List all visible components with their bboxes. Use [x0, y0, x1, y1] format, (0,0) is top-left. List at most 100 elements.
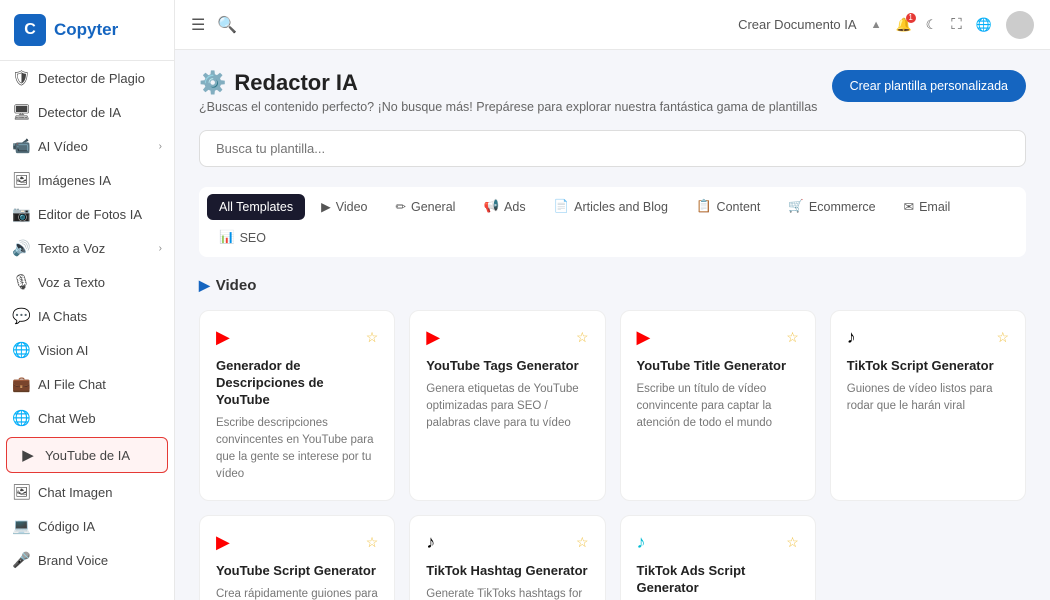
sidebar-item-editor-fotos-ia[interactable]: 📷 Editor de Fotos IA	[0, 197, 174, 231]
card-tiktok-script[interactable]: ♪ ☆ TikTok Script Generator Guiones de v…	[830, 310, 1026, 501]
card-header-yt-script: ▶ ☆	[216, 532, 378, 553]
tab-icon-seo: 📊	[219, 230, 235, 245]
card-star-yt-script[interactable]: ☆	[366, 534, 379, 551]
card-star-tiktok-hashtag[interactable]: ☆	[576, 534, 589, 551]
card-star-yt-tags[interactable]: ☆	[576, 329, 589, 346]
tab-label-ads: Ads	[504, 200, 526, 214]
card-desc-tiktok-script: Guiones de vídeo listos para rodar que l…	[847, 381, 1009, 416]
card-star-tiktok-script[interactable]: ☆	[996, 329, 1009, 346]
sidebar-icon-detector-ia: 🖥	[12, 103, 30, 121]
card-header-yt-tags: ▶ ☆	[426, 327, 588, 348]
sidebar-icon-editor-fotos-ia: 📷	[12, 205, 30, 223]
sidebar-item-brand-voice[interactable]: 🎤 Brand Voice	[0, 543, 174, 577]
sidebar-item-chat-imagen[interactable]: 🖼 Chat Imagen	[0, 475, 174, 509]
sidebar-item-texto-a-voz[interactable]: 🔊 Texto a Voz ›	[0, 231, 174, 265]
sidebar-label-chat-imagen: Chat Imagen	[38, 485, 112, 500]
sidebar-label-texto-a-voz: Texto a Voz	[38, 241, 105, 256]
card-yt-script[interactable]: ▶ ☆ YouTube Script Generator Crea rápida…	[199, 515, 395, 600]
card-yt-tags[interactable]: ▶ ☆ YouTube Tags Generator Genera etique…	[409, 310, 605, 501]
card-icon-tiktok-script: ♪	[847, 327, 856, 348]
tab-video[interactable]: ▶Video	[309, 193, 379, 220]
tab-label-articles: Articles and Blog	[574, 200, 668, 214]
page-title: ⚙️ Redactor IA	[199, 70, 817, 96]
menu-icon[interactable]: ☰	[191, 15, 205, 35]
sidebar-item-chat-web[interactable]: 🌐 Chat Web	[0, 401, 174, 435]
card-header-tiktok-hashtag: ♪ ☆	[426, 532, 588, 553]
sidebar-item-imagenes-ia[interactable]: 🖼 Imágenes IA	[0, 163, 174, 197]
sidebar-item-ai-file-chat[interactable]: 💼 AI File Chat	[0, 367, 174, 401]
sidebar-item-codigo-ia[interactable]: 💻 Código IA	[0, 509, 174, 543]
tab-general[interactable]: ✏ General	[383, 193, 467, 220]
sidebar-label-imagenes-ia: Imágenes IA	[38, 173, 111, 188]
chevron-icon[interactable]: ▲	[871, 19, 882, 31]
card-title-generador-yt: Generador de Descripciones de YouTube	[216, 358, 378, 409]
sidebar-item-detector-plagio[interactable]: 🛡 Detector de Plagio	[0, 61, 174, 95]
tab-icon-articles: 📄	[554, 199, 570, 214]
main-content: ⚙️ Redactor IA ¿Buscas el contenido perf…	[175, 50, 1050, 600]
tab-icon-ecommerce: 🛒	[788, 199, 804, 214]
tab-seo[interactable]: 📊SEO	[207, 224, 278, 251]
sidebar-item-ia-chats[interactable]: 💬 IA Chats	[0, 299, 174, 333]
sidebar-item-ai-video[interactable]: 📹 AI Vídeo ›	[0, 129, 174, 163]
tab-articles[interactable]: 📄 Articles and Blog	[542, 193, 680, 220]
card-star-tiktok-ads[interactable]: ☆	[786, 534, 799, 551]
sidebar-icon-vision-ai: 🌐	[12, 341, 30, 359]
tab-label-all: All Templates	[219, 200, 293, 214]
sidebar-label-editor-fotos-ia: Editor de Fotos IA	[38, 207, 142, 222]
tabs-row: All Templates ▶Video ✏ General 📢 Ads 📄 Articles…	[199, 187, 1026, 257]
cards-grid-video: ▶ ☆ Generador de Descripciones de YouTub…	[199, 310, 1026, 600]
section-video: ▶ Video ▶ ☆ Generador de Descripciones de…	[199, 277, 1026, 600]
sidebar-label-detector-plagio: Detector de Plagio	[38, 71, 145, 86]
card-title-tiktok-script: TikTok Script Generator	[847, 358, 1009, 375]
sidebar-item-vision-ai[interactable]: 🌐 Vision AI	[0, 333, 174, 367]
chevron-icon: ›	[159, 141, 162, 152]
sidebar-item-youtube-de-ia[interactable]: ▶ YouTube de IA	[6, 437, 168, 473]
sidebar-icon-detector-plagio: 🛡	[12, 69, 30, 87]
card-icon-yt-script: ▶	[216, 532, 230, 553]
tab-icon-general: ✏	[395, 199, 405, 214]
tab-ecommerce[interactable]: 🛒Ecommerce	[776, 193, 887, 220]
card-yt-title[interactable]: ▶ ☆ YouTube Title Generator Escribe un t…	[620, 310, 816, 501]
tab-all[interactable]: All Templates	[207, 194, 305, 220]
sidebar-icon-ia-chats: 💬	[12, 307, 30, 325]
tab-label-email: Email	[919, 200, 950, 214]
card-desc-yt-title: Escribe un título de vídeo convincente p…	[637, 381, 799, 433]
card-header-tiktok-ads: ♪ ☆	[637, 532, 799, 553]
expand-icon[interactable]: ⛶	[951, 16, 962, 33]
page-subtitle: ¿Buscas el contenido perfecto? ¡No busqu…	[199, 100, 817, 114]
card-star-yt-title[interactable]: ☆	[786, 329, 799, 346]
sidebar-label-brand-voice: Brand Voice	[38, 553, 108, 568]
tab-ads[interactable]: 📢 Ads	[471, 193, 537, 220]
card-title-yt-title: YouTube Title Generator	[637, 358, 799, 375]
sidebar-item-voz-a-texto[interactable]: 🎙 Voz a Texto	[0, 265, 174, 299]
avatar[interactable]	[1006, 11, 1034, 39]
card-tiktok-ads[interactable]: ♪ ☆ TikTok Ads Script Generator Create a…	[620, 515, 816, 600]
search-input[interactable]	[199, 130, 1026, 167]
card-generador-yt[interactable]: ▶ ☆ Generador de Descripciones de YouTub…	[199, 310, 395, 501]
globe-icon[interactable]: 🌐	[976, 17, 992, 33]
tab-label-general: General	[411, 200, 455, 214]
crear-plantilla-button[interactable]: Crear plantilla personalizada	[832, 70, 1026, 102]
sidebar-item-detector-ia[interactable]: 🖥 Detector de IA	[0, 95, 174, 129]
card-icon-yt-title: ▶	[637, 327, 651, 348]
crear-documento-label: Crear Documento IA	[738, 17, 857, 32]
sidebar-label-ai-file-chat: AI File Chat	[38, 377, 106, 392]
moon-icon[interactable]: ☾	[926, 17, 938, 33]
sidebar-icon-voz-a-texto: 🎙	[12, 273, 30, 291]
sidebar-logo[interactable]: C Copyter	[0, 0, 174, 61]
sidebar-icon-brand-voice: 🎤	[12, 551, 30, 569]
tab-icon-ads: 📢	[483, 199, 499, 214]
card-star-generador-yt[interactable]: ☆	[366, 329, 379, 346]
header-right: Crear Documento IA ▲ 🔔 1 ☾ ⛶ 🌐	[738, 11, 1034, 39]
section-label-video: Video	[216, 277, 257, 294]
tab-email[interactable]: ✉ Email	[892, 193, 963, 220]
tab-content[interactable]: 📋Content	[684, 193, 772, 220]
tab-icon-email: ✉	[904, 199, 914, 214]
tab-label-content: Content	[717, 200, 761, 214]
notification-icon[interactable]: 🔔 1	[895, 17, 911, 33]
search-icon[interactable]: 🔍	[217, 15, 237, 35]
card-desc-yt-tags: Genera etiquetas de YouTube optimizadas …	[426, 381, 588, 433]
sidebar-label-codigo-ia: Código IA	[38, 519, 95, 534]
card-tiktok-hashtag[interactable]: ♪ ☆ TikTok Hashtag Generator Generate Ti…	[409, 515, 605, 600]
card-icon-tiktok-hashtag: ♪	[426, 532, 435, 553]
